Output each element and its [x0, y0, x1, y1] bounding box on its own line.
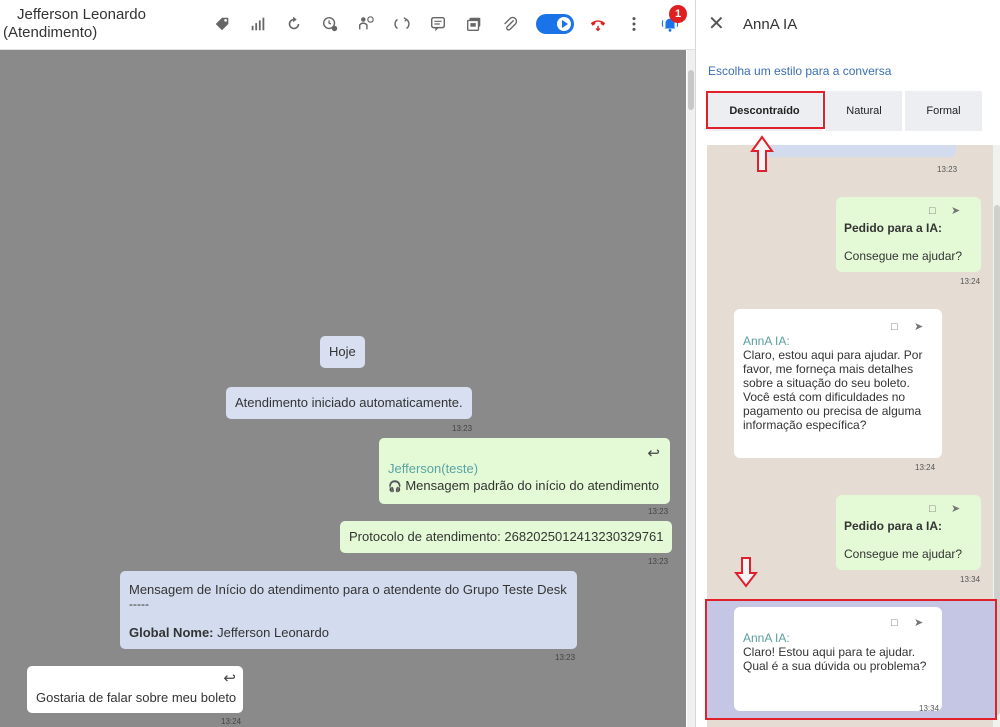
ai-panel-header: ✕ AnnA IA — [696, 0, 1000, 50]
message-time: 13:34 — [919, 704, 940, 713]
chat-scrollbar[interactable] — [687, 50, 695, 727]
tag-icon[interactable] — [212, 14, 232, 34]
reply-icon[interactable]: ↩ — [223, 669, 236, 687]
system-message: Atendimento iniciado automaticamente. — [226, 387, 472, 419]
customer-message: ↩ Gostaria de falar sobre meu boleto — [27, 666, 243, 713]
ai-response-text: Claro! Estou aqui para te ajudar. Qual é… — [743, 645, 927, 673]
protocol-message: Protocolo de atendimento: 26820250124132… — [340, 521, 673, 553]
message-time: 13:23 — [648, 507, 669, 516]
message-time: 13:23 — [648, 557, 669, 566]
day-separator: Hoje — [320, 336, 365, 368]
request-label: Pedido para a IA: — [844, 221, 943, 235]
headset-icon: 🎧 — [388, 481, 402, 493]
reply-icon[interactable]: ↩ — [647, 444, 660, 462]
message-time: 13:24 — [221, 717, 242, 726]
down-arrow-annotation — [734, 557, 758, 588]
send-icon[interactable]: ➤ — [914, 616, 923, 630]
sync-icon[interactable] — [392, 14, 412, 34]
highlighted-ai-response: □ ➤ AnnA IA: Claro! Estou aqui para te a… — [705, 599, 997, 720]
scrollbar-thumb[interactable] — [688, 70, 694, 110]
message-icon[interactable] — [428, 14, 448, 34]
style-button-natural[interactable]: Natural — [826, 91, 902, 131]
template-icon[interactable] — [464, 14, 484, 34]
up-arrow-annotation — [750, 135, 774, 172]
chat-toolbar: 1 — [212, 5, 696, 38]
end-call-icon[interactable] — [588, 14, 608, 34]
message-time: 13:24 — [960, 277, 981, 286]
more-options-icon[interactable] — [624, 14, 644, 34]
ai-response-text: Claro, estou aqui para ajudar. Por favor… — [743, 348, 923, 432]
style-hint: Escolha um estilo para a conversa — [708, 64, 892, 78]
global-name-value: Jefferson Leonardo — [217, 625, 329, 640]
contact-status: (Atendimento) — [3, 24, 98, 41]
agent-name: Jefferson(teste) — [388, 461, 479, 476]
refresh-icon[interactable] — [284, 14, 304, 34]
message-time: 13:23 — [937, 165, 958, 174]
schedule-icon[interactable] — [320, 14, 340, 34]
global-name-line: Global Nome: Jefferson Leonardo — [129, 625, 329, 640]
toggle-knob — [557, 17, 571, 31]
ai-response-message: □ ➤ AnnA IA: Claro, estou aqui para ajud… — [734, 309, 942, 458]
notification-icon[interactable]: 1 — [660, 5, 687, 34]
chat-messages: Hoje Atendimento iniciado automaticament… — [0, 50, 686, 727]
message-time: 13:34 — [960, 575, 981, 584]
start-message: Mensagem de Início do atendimento para o… — [120, 571, 577, 649]
bot-toggle[interactable] — [536, 14, 574, 34]
stats-icon[interactable] — [248, 14, 268, 34]
copy-icon[interactable]: □ — [891, 616, 898, 630]
ai-label: AnnA IA: — [743, 334, 790, 348]
agent-message: ↩ Jefferson(teste) 🎧 Mensagem padrão do … — [379, 438, 670, 504]
contact-info[interactable]: Jefferson Leonardo (Atendimento) — [3, 6, 146, 42]
chat-area: Jefferson Leonardo (Atendimento) 1 Hoje … — [0, 0, 695, 727]
ai-response-body: AnnA IA: Claro! Estou aqui para te ajuda… — [743, 631, 938, 673]
send-icon[interactable]: ➤ — [914, 320, 923, 334]
cut-off-message — [754, 145, 956, 157]
agent-message-line: 🎧 Mensagem padrão do início do atendimen… — [388, 478, 659, 493]
ai-response-body: AnnA IA: Claro, estou aqui para ajudar. … — [743, 334, 938, 432]
ai-response-message: □ ➤ AnnA IA: Claro! Estou aqui para te a… — [734, 607, 942, 711]
copy-icon[interactable]: □ — [929, 502, 936, 516]
message-time: 13:23 — [555, 653, 576, 662]
customer-message-text: Gostaria de falar sobre meu boleto — [36, 690, 237, 705]
attachment-icon[interactable] — [500, 14, 520, 34]
send-icon[interactable]: ➤ — [951, 502, 960, 516]
close-icon[interactable]: ✕ — [708, 13, 725, 35]
send-icon[interactable]: ➤ — [951, 204, 960, 218]
transfer-icon[interactable] — [356, 14, 376, 34]
start-message-divider: ----- — [129, 597, 149, 611]
ai-label: AnnA IA: — [743, 631, 790, 645]
style-button-formal[interactable]: Formal — [905, 91, 982, 131]
contact-name: Jefferson Leonardo — [17, 6, 146, 23]
message-time: 13:24 — [915, 463, 936, 472]
copy-icon[interactable]: □ — [891, 320, 898, 334]
request-label: Pedido para a IA: — [844, 519, 943, 533]
notification-badge: 1 — [669, 5, 687, 23]
ai-request-message: □ ➤ Pedido para a IA: Consegue me ajudar… — [836, 495, 981, 570]
chat-header: Jefferson Leonardo (Atendimento) 1 — [0, 0, 695, 50]
agent-message-text: Mensagem padrão do início do atendimento — [405, 478, 659, 493]
selected-style-highlight — [706, 91, 825, 129]
copy-icon[interactable]: □ — [929, 204, 936, 218]
message-time: 13:23 — [452, 424, 473, 433]
ai-request-message: □ ➤ Pedido para a IA: Consegue me ajudar… — [836, 197, 981, 272]
start-message-text: Mensagem de Início do atendimento para o… — [129, 582, 567, 597]
ai-panel-title: AnnA IA — [743, 16, 798, 33]
request-text: Consegue me ajudar? — [844, 547, 963, 561]
global-name-label: Global Nome: — [129, 625, 214, 640]
request-text: Consegue me ajudar? — [844, 249, 963, 263]
